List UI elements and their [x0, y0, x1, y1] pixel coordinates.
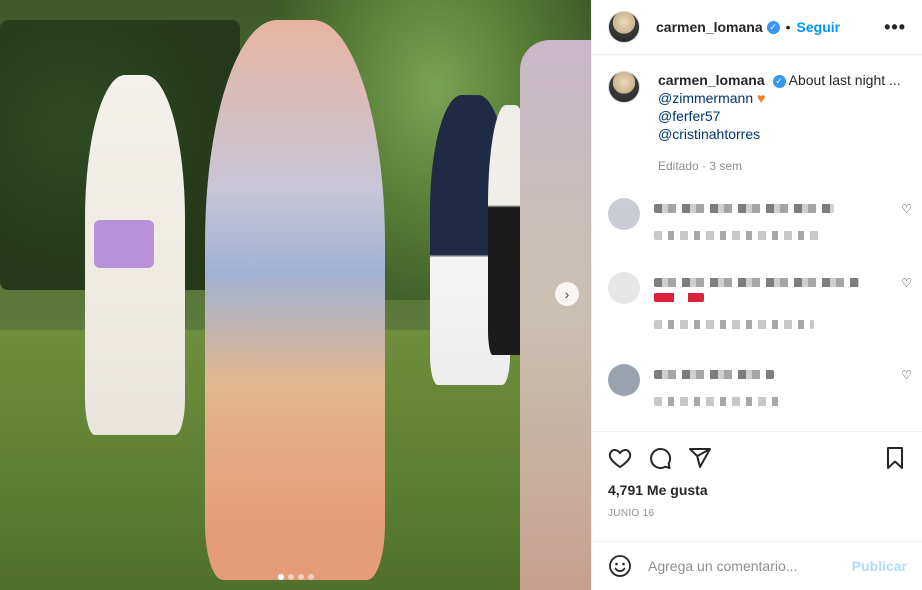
carousel-dots	[0, 574, 591, 580]
blurred-comment-text	[654, 204, 834, 213]
chevron-right-icon: ›	[564, 286, 570, 302]
comment-body	[654, 364, 874, 406]
mention-link[interactable]: @ferfer57	[658, 107, 901, 125]
caption-username[interactable]: carmen_lomana	[658, 72, 765, 88]
carousel-dot	[307, 574, 314, 580]
bookmark-icon[interactable]	[883, 446, 907, 470]
comment-avatar[interactable]	[608, 364, 640, 396]
caption-text: About last night ...	[788, 72, 901, 88]
blurred-comment-text	[654, 278, 859, 287]
carousel-dot	[297, 574, 304, 580]
blurred-comment-meta	[654, 397, 784, 406]
paper-plane-icon[interactable]	[688, 446, 712, 470]
comment-avatar[interactable]	[608, 198, 640, 230]
caption: carmen_lomana ✓ About last night ... @zi…	[592, 55, 922, 175]
blurred-comment-emoji	[654, 293, 704, 302]
blurred-comment-meta	[654, 231, 819, 240]
comment-item: ♡	[608, 198, 912, 240]
comment-body	[654, 272, 874, 329]
comment-avatar[interactable]	[608, 272, 640, 304]
more-options-icon[interactable]: •••	[884, 17, 906, 38]
comment-input[interactable]	[648, 558, 852, 574]
comment-like-icon[interactable]: ♡	[901, 202, 912, 216]
verified-check-icon: ✓	[772, 74, 786, 88]
follow-button[interactable]: Seguir	[797, 19, 841, 35]
person-main-patterned-dress	[205, 20, 385, 580]
avatar[interactable]	[608, 11, 640, 43]
post-actions: 4,791 Me gusta JUNIO 16	[592, 431, 922, 519]
comment-item: ♡	[608, 272, 912, 329]
post-header: carmen_lomana ✓ • Seguir •••	[592, 0, 922, 55]
comment-item: ♡	[608, 364, 912, 406]
speech-bubble-icon[interactable]	[648, 446, 672, 470]
person-right-edge	[520, 40, 591, 590]
publish-button[interactable]: Publicar	[852, 558, 907, 574]
carousel-next-button[interactable]: ›	[555, 282, 579, 306]
comment-like-icon[interactable]: ♡	[901, 368, 912, 382]
purple-handbag	[94, 220, 154, 268]
heart-outline-icon[interactable]	[608, 446, 632, 470]
carousel-dot-active	[277, 574, 284, 580]
blurred-comment-meta	[654, 320, 814, 329]
post-date: JUNIO 16	[608, 508, 655, 519]
post-side-panel: carmen_lomana ✓ • Seguir ••• carmen_loma…	[591, 0, 922, 590]
action-bar	[608, 446, 907, 470]
smiley-icon[interactable]	[608, 554, 632, 578]
verified-check-icon: ✓	[766, 20, 780, 34]
mention-link[interactable]: @zimmermann	[658, 90, 753, 106]
blurred-comment-text	[654, 370, 774, 379]
caption-avatar[interactable]	[608, 71, 640, 103]
comment-like-icon[interactable]: ♡	[901, 276, 912, 290]
mention-link[interactable]: @cristinahtorres	[658, 125, 901, 143]
comment-body	[654, 198, 874, 240]
likes-count[interactable]: 4,791 Me gusta	[608, 482, 907, 498]
post-photo[interactable]: ›	[0, 0, 591, 590]
carousel-dot	[287, 574, 294, 580]
edited-timestamp: Editado · 3 sem	[658, 159, 743, 173]
caption-body: carmen_lomana ✓ About last night ... @zi…	[658, 71, 901, 175]
username-link[interactable]: carmen_lomana	[656, 19, 763, 35]
comment-box: Publicar	[592, 541, 922, 590]
orange-heart-emoji: ♥	[757, 90, 766, 106]
separator: •	[785, 19, 791, 35]
